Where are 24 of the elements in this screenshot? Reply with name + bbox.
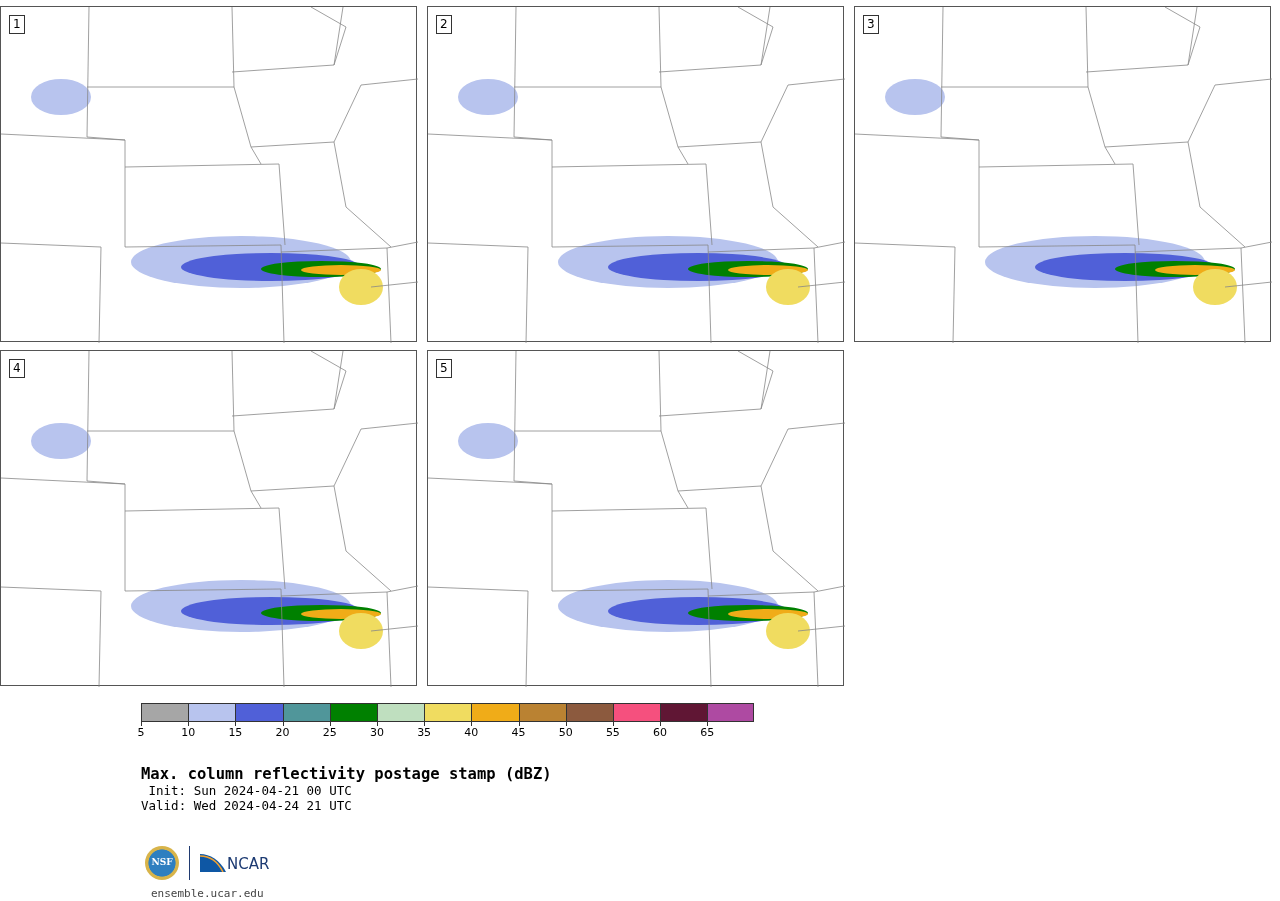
chart-title: Max. column reflectivity postage stamp (dBZ) — [141, 765, 553, 783]
tick-label: 5 — [136, 726, 146, 739]
tick-label: 50 — [557, 726, 574, 739]
tick-label: 55 — [604, 726, 621, 739]
nsf-logo: NSF — [145, 846, 179, 880]
tick-label: 25 — [321, 726, 338, 739]
tick-label: 15 — [227, 726, 244, 739]
ncar-logo: NCAR — [200, 854, 270, 872]
panel-number: 3 — [863, 15, 879, 34]
tick-label: 40 — [463, 726, 480, 739]
tick-label: 20 — [274, 726, 291, 739]
panel-number: 1 — [9, 15, 25, 34]
panel-number: 5 — [436, 359, 452, 378]
panel-number: 2 — [436, 15, 452, 34]
panel-number: 4 — [9, 359, 25, 378]
website-url: ensemble.ucar.edu — [151, 886, 265, 901]
tick-label: 65 — [699, 726, 716, 739]
tick-label: 35 — [416, 726, 433, 739]
tick-label: 60 — [652, 726, 669, 739]
valid-time: Valid: Wed 2024-04-24 21 UTC — [141, 798, 353, 813]
tick-label: 45 — [510, 726, 527, 739]
init-time: Init: Sun 2024-04-21 00 UTC — [147, 783, 353, 798]
tick-label: 10 — [180, 726, 197, 739]
tick-label: 30 — [368, 726, 385, 739]
